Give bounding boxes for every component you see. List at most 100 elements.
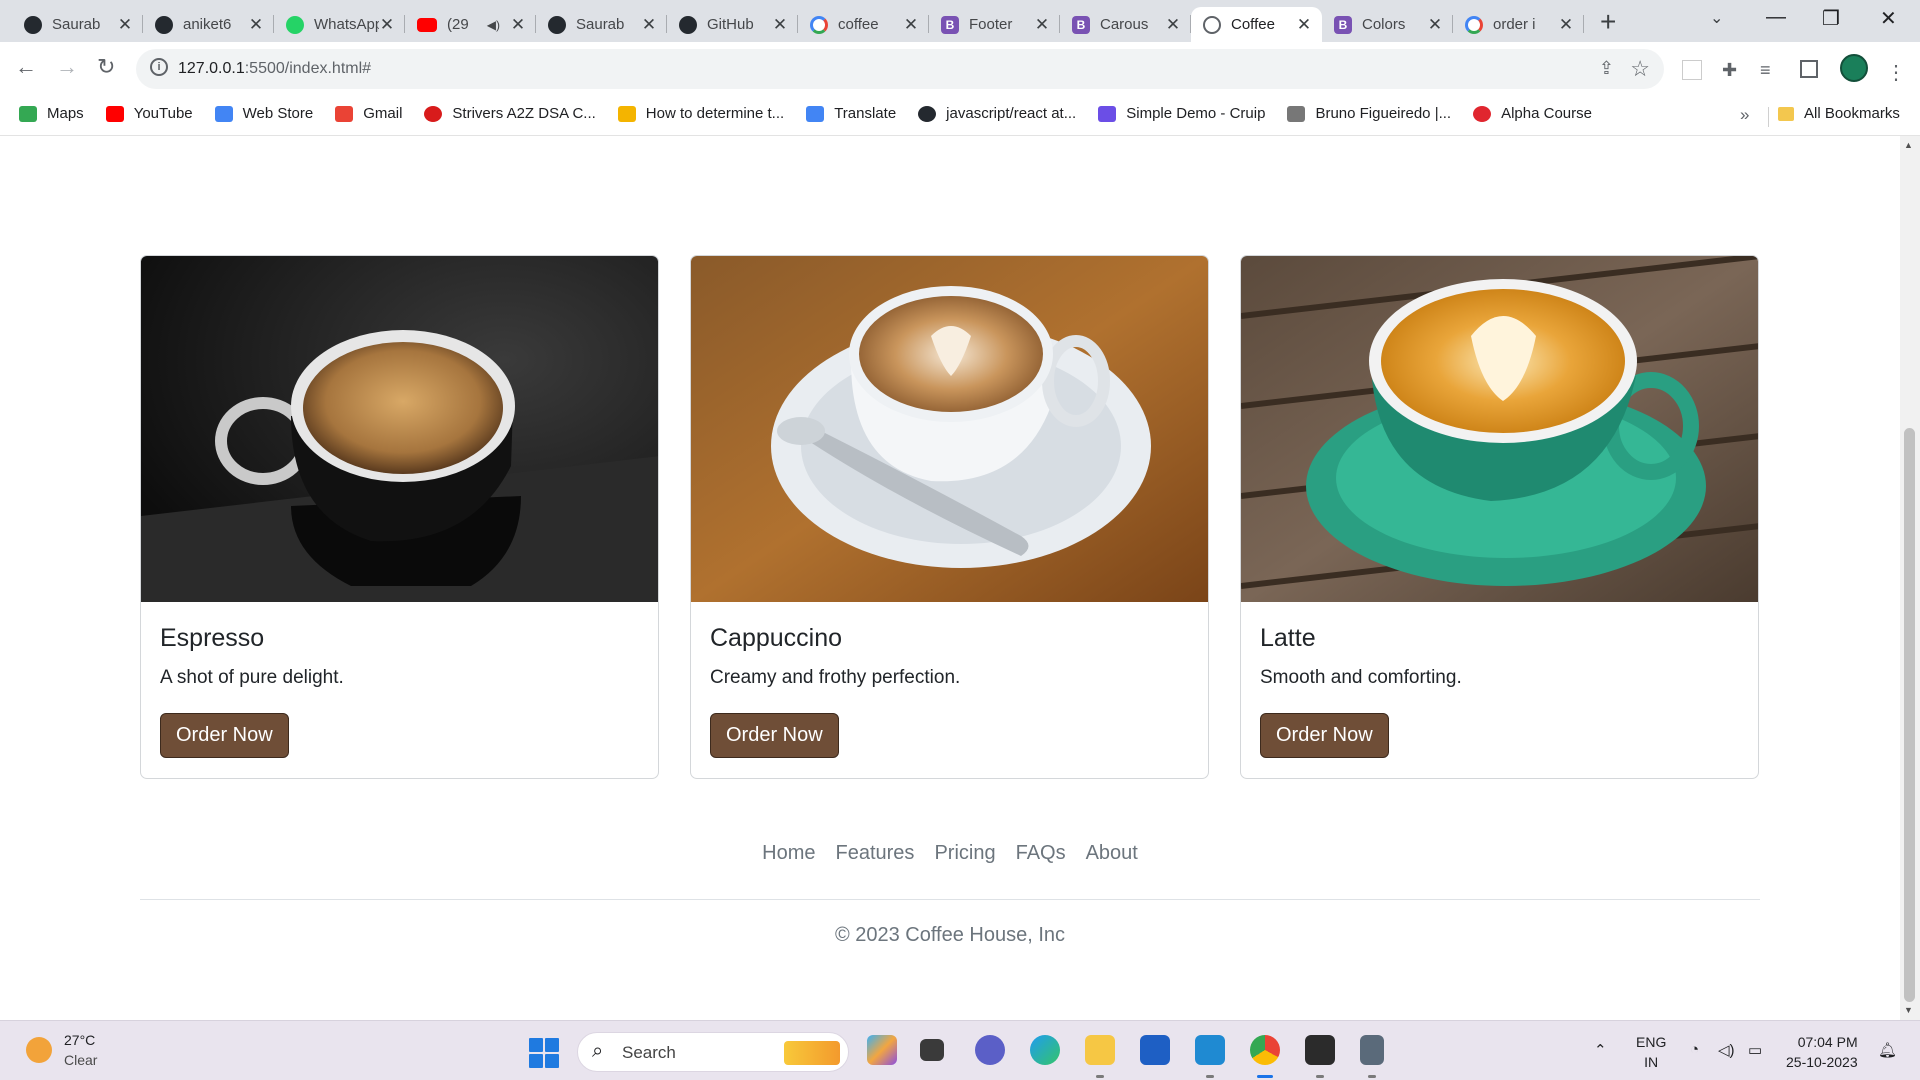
order-now-button[interactable]: Order Now — [1260, 713, 1389, 758]
bookmark-label: Bruno Figueiredo |... — [1315, 105, 1452, 122]
vscode-icon[interactable] — [1195, 1035, 1225, 1065]
new-tab-button[interactable]: + — [1600, 6, 1616, 38]
more-bookmarks-icon[interactable]: » — [1740, 105, 1749, 125]
file-explorer-icon[interactable] — [1085, 1035, 1115, 1065]
browser-tab[interactable]: (29 ◀) ✕ — [405, 7, 536, 42]
running-indicator — [1096, 1075, 1104, 1078]
close-icon[interactable]: ✕ — [1427, 15, 1443, 35]
espresso-image — [141, 256, 658, 602]
card-text: A shot of pure delight. — [160, 667, 344, 688]
bookmark-maps[interactable]: Maps — [19, 105, 84, 122]
chevron-up-icon[interactable]: ⌃ — [1594, 1041, 1607, 1059]
forward-arrow-icon[interactable]: → — [56, 54, 78, 80]
close-icon[interactable]: ✕ — [117, 15, 133, 35]
close-icon[interactable]: ✕ — [1558, 15, 1574, 35]
browser-tab-active[interactable]: Coffee ✕ — [1191, 7, 1322, 42]
teams-chat-icon[interactable] — [975, 1035, 1005, 1065]
address-bar[interactable]: i 127.0.0.1:5500/index.html# ⇪ ☆ — [136, 49, 1664, 89]
extension-icon[interactable] — [1682, 60, 1702, 80]
menu-kebab-icon[interactable]: ⋮ — [1886, 60, 1906, 85]
minimize-button[interactable]: — — [1766, 6, 1786, 29]
taskbar-search[interactable]: ⌕ Search — [577, 1032, 849, 1072]
browser-tab[interactable]: aniket6 ✕ — [143, 7, 274, 42]
microsoft-store-icon[interactable] — [1140, 1035, 1170, 1065]
terminal-icon[interactable] — [1305, 1035, 1335, 1065]
speaker-icon[interactable]: ◀) — [487, 18, 500, 32]
browser-tab[interactable]: coffee ✕ — [798, 7, 929, 42]
url-text[interactable]: 127.0.0.1:5500/index.html# — [178, 60, 371, 78]
bookmark-web-store[interactable]: Web Store — [214, 105, 313, 122]
order-now-button[interactable]: Order Now — [160, 713, 289, 758]
scroll-up-arrow-icon[interactable]: ▲ — [1904, 140, 1913, 150]
close-icon[interactable]: ✕ — [641, 15, 657, 35]
bar-chart-icon — [617, 105, 636, 122]
close-icon[interactable]: ✕ — [510, 15, 526, 35]
profile-avatar[interactable] — [1840, 54, 1868, 82]
restore-button[interactable]: ❐ — [1822, 6, 1840, 31]
site-info-icon[interactable]: i — [150, 58, 168, 76]
edge-icon[interactable] — [1030, 1035, 1060, 1065]
close-icon[interactable]: ✕ — [1165, 15, 1181, 35]
close-icon[interactable]: ✕ — [903, 15, 919, 35]
bookmark-strivers[interactable]: Strivers A2Z DSA C... — [424, 105, 596, 122]
windows-start-icon[interactable] — [529, 1038, 559, 1068]
system-clock[interactable]: 07:04 PM 25-10-2023 — [1786, 1032, 1858, 1072]
copilot-icon[interactable] — [867, 1035, 897, 1065]
side-panel-icon[interactable] — [1800, 60, 1818, 78]
moon-weather-icon[interactable] — [26, 1037, 52, 1063]
search-highlight-icon — [784, 1041, 840, 1065]
puzzle-icon[interactable]: ✚ — [1722, 60, 1737, 81]
media-control-icon[interactable]: ≡ — [1760, 60, 1771, 81]
chevron-down-icon[interactable]: ⌄ — [1710, 8, 1723, 28]
bookmark-how-to-determine[interactable]: How to determine t... — [617, 105, 784, 122]
footer-link-about[interactable]: About — [1076, 842, 1148, 865]
scroll-down-arrow-icon[interactable]: ▼ — [1904, 1005, 1913, 1015]
close-icon[interactable]: ✕ — [772, 15, 788, 35]
bookmark-translate[interactable]: Translate — [806, 105, 896, 122]
close-window-button[interactable]: ✕ — [1880, 6, 1897, 31]
back-arrow-icon[interactable]: ← — [15, 54, 37, 80]
browser-tab[interactable]: Saurab ✕ — [12, 7, 143, 42]
bookmark-youtube[interactable]: YouTube — [105, 105, 193, 122]
github-icon — [918, 105, 937, 122]
close-icon[interactable]: ✕ — [379, 15, 395, 35]
reload-icon[interactable]: ↻ — [97, 54, 115, 80]
browser-tab[interactable]: B Colors ✕ — [1322, 7, 1453, 42]
all-bookmarks-button[interactable]: All Bookmarks — [1778, 105, 1900, 122]
browser-tab[interactable]: B Footer ✕ — [929, 7, 1060, 42]
bookmark-label: Gmail — [363, 105, 403, 122]
scrollbar-thumb[interactable] — [1904, 428, 1915, 1002]
close-icon[interactable]: ✕ — [1034, 15, 1050, 35]
bookmark-label: Translate — [834, 105, 897, 122]
weather-temperature[interactable]: 27°C — [64, 1032, 95, 1048]
calculator-icon[interactable] — [1360, 1035, 1384, 1065]
bookmark-javascript-react[interactable]: javascript/react at... — [918, 105, 1076, 122]
language-indicator[interactable]: ENG IN — [1636, 1032, 1666, 1072]
footer-link-home[interactable]: Home — [752, 842, 825, 865]
bookmark-label: Alpha Course — [1501, 105, 1592, 122]
browser-tab[interactable]: GitHub ✕ — [667, 7, 798, 42]
bookmark-alpha-course[interactable]: Alpha Course — [1473, 105, 1592, 122]
close-icon[interactable]: ✕ — [1296, 15, 1312, 35]
bookmark-gmail[interactable]: Gmail — [335, 105, 402, 122]
browser-tab[interactable]: B Carous ✕ — [1060, 7, 1191, 42]
task-view-icon[interactable] — [920, 1039, 944, 1061]
bookmark-bruno[interactable]: Bruno Figueiredo |... — [1287, 105, 1451, 122]
browser-tab[interactable]: WhatsApp ✕ — [274, 7, 405, 42]
volume-icon[interactable]: ◁) — [1718, 1041, 1735, 1059]
weather-description[interactable]: Clear — [64, 1052, 97, 1068]
browser-tab[interactable]: Saurab ✕ — [536, 7, 667, 42]
chrome-icon[interactable] — [1250, 1035, 1280, 1065]
footer-link-features[interactable]: Features — [826, 842, 925, 865]
notification-bell-icon[interactable]: 🔔︎ — [1878, 1041, 1897, 1059]
order-now-button[interactable]: Order Now — [710, 713, 839, 758]
footer-link-faqs[interactable]: FAQs — [1006, 842, 1076, 865]
wifi-icon[interactable]: ◔ — [1690, 1041, 1699, 1058]
bookmark-simple-demo[interactable]: Simple Demo - Cruip — [1098, 105, 1265, 122]
share-icon[interactable]: ⇪ — [1599, 58, 1614, 79]
star-icon[interactable]: ☆ — [1630, 56, 1650, 82]
close-icon[interactable]: ✕ — [248, 15, 264, 35]
battery-icon[interactable]: ▭ — [1748, 1041, 1762, 1059]
browser-tab[interactable]: order i ✕ — [1453, 7, 1584, 42]
footer-link-pricing[interactable]: Pricing — [924, 842, 1005, 865]
